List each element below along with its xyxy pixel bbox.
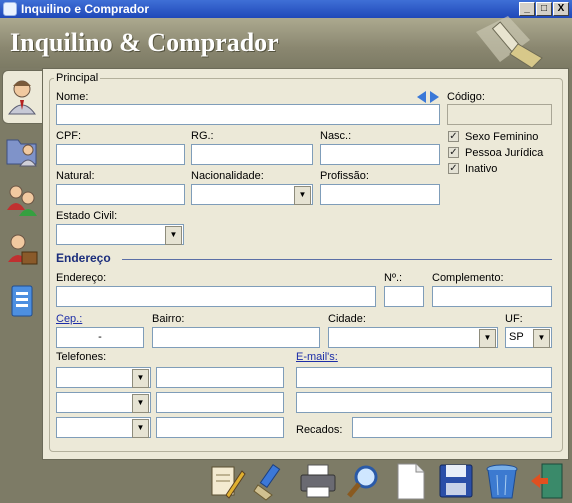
- search-icon[interactable]: [344, 461, 384, 501]
- cidade-select[interactable]: ▼: [328, 327, 498, 348]
- profissao-label: Profissão:: [320, 170, 369, 182]
- cep-link[interactable]: Cep.:: [56, 313, 82, 325]
- nacionalidade-select[interactable]: ▼: [191, 184, 313, 205]
- dropdown-arrow-icon[interactable]: ▼: [165, 226, 182, 245]
- sexo-feminino-label: Sexo Feminino: [465, 131, 539, 143]
- window-title: Inquilino e Comprador: [21, 2, 149, 16]
- sexo-feminino-checkbox[interactable]: ✓: [448, 131, 459, 142]
- profissao-field[interactable]: [320, 184, 440, 205]
- dropdown-arrow-icon[interactable]: ▼: [132, 394, 149, 413]
- email-field-2[interactable]: [296, 392, 552, 413]
- cidade-label: Cidade:: [328, 313, 366, 325]
- emails-link[interactable]: E-mail's:: [296, 351, 338, 363]
- natural-label: Natural:: [56, 170, 95, 182]
- nacionalidade-label: Nacionalidade:: [191, 170, 264, 182]
- header-title: Inquilino & Comprador: [10, 28, 279, 57]
- complemento-label: Complemento:: [432, 272, 504, 284]
- endereco-section-title: Endereço: [56, 251, 111, 265]
- estado-civil-select[interactable]: ▼: [56, 224, 184, 245]
- group-label: Principal: [54, 72, 101, 84]
- close-button[interactable]: X: [553, 2, 569, 16]
- sidebar-tab-folder-person[interactable]: [4, 128, 40, 172]
- exit-door-icon[interactable]: [528, 461, 568, 501]
- printer-icon[interactable]: [298, 461, 338, 501]
- cpf-field[interactable]: [56, 144, 185, 165]
- prev-next-arrows-icon[interactable]: [416, 90, 440, 104]
- sidebar-tab-person[interactable]: [4, 74, 40, 118]
- telefone-field-3[interactable]: [156, 417, 284, 438]
- sidebar-tab-document-book[interactable]: [4, 280, 40, 324]
- rg-field[interactable]: [191, 144, 313, 165]
- recados-field[interactable]: [352, 417, 552, 438]
- cep-field[interactable]: -: [56, 327, 144, 348]
- nome-label: Nome:: [56, 91, 89, 103]
- uf-select[interactable]: SP ▼: [505, 327, 552, 348]
- numero-label: Nº.:: [384, 272, 403, 284]
- cpf-label: CPF:: [56, 130, 82, 142]
- edit-document-icon[interactable]: [206, 461, 246, 501]
- sidebar-tab-person-briefcase[interactable]: [4, 228, 40, 272]
- complemento-field[interactable]: [432, 286, 552, 307]
- natural-field[interactable]: [56, 184, 185, 205]
- telefone-field-2[interactable]: [156, 392, 284, 413]
- endereco-field[interactable]: [56, 286, 376, 307]
- codigo-label: Código:: [447, 91, 485, 103]
- nasc-field[interactable]: [320, 144, 440, 165]
- estado-civil-label: Estado Civil:: [56, 210, 118, 222]
- endereco-label: Endereço:: [56, 272, 107, 284]
- section-divider: [122, 259, 552, 260]
- sidebar-tab-two-people[interactable]: [4, 178, 40, 222]
- dropdown-arrow-icon[interactable]: ▼: [294, 186, 311, 205]
- app-icon: [3, 2, 17, 16]
- nasc-label: Nasc.:: [320, 130, 352, 142]
- pessoa-juridica-label: Pessoa Jurídica: [465, 147, 544, 159]
- broom-icon: [476, 16, 543, 68]
- uf-label: UF:: [505, 313, 523, 325]
- dropdown-arrow-icon[interactable]: ▼: [132, 369, 149, 388]
- uf-value: SP: [509, 331, 524, 343]
- codigo-field: [447, 104, 552, 125]
- inativo-label: Inativo: [465, 163, 498, 175]
- bairro-label: Bairro:: [152, 313, 185, 325]
- brush-icon[interactable]: [252, 461, 292, 501]
- save-icon[interactable]: [436, 461, 476, 501]
- dropdown-arrow-icon[interactable]: ▼: [479, 329, 496, 348]
- recados-label: Recados:: [296, 424, 343, 436]
- telefone-type-select-2[interactable]: ▼: [56, 392, 151, 413]
- inativo-checkbox[interactable]: ✓: [448, 163, 459, 174]
- telefone-type-select-1[interactable]: ▼: [56, 367, 151, 388]
- email-field-1[interactable]: [296, 367, 552, 388]
- telefones-label: Telefones:: [56, 351, 107, 363]
- bairro-field[interactable]: [152, 327, 320, 348]
- pessoa-juridica-checkbox[interactable]: ✓: [448, 147, 459, 158]
- rg-label: RG.:: [191, 130, 214, 142]
- telefone-type-select-3[interactable]: ▼: [56, 417, 151, 438]
- dropdown-arrow-icon[interactable]: ▼: [132, 419, 149, 438]
- trash-icon[interactable]: [482, 461, 522, 501]
- new-document-icon[interactable]: [390, 461, 430, 501]
- dropdown-arrow-icon[interactable]: ▼: [533, 329, 550, 348]
- telefone-field-1[interactable]: [156, 367, 284, 388]
- numero-field[interactable]: [384, 286, 424, 307]
- nome-field[interactable]: [56, 104, 440, 125]
